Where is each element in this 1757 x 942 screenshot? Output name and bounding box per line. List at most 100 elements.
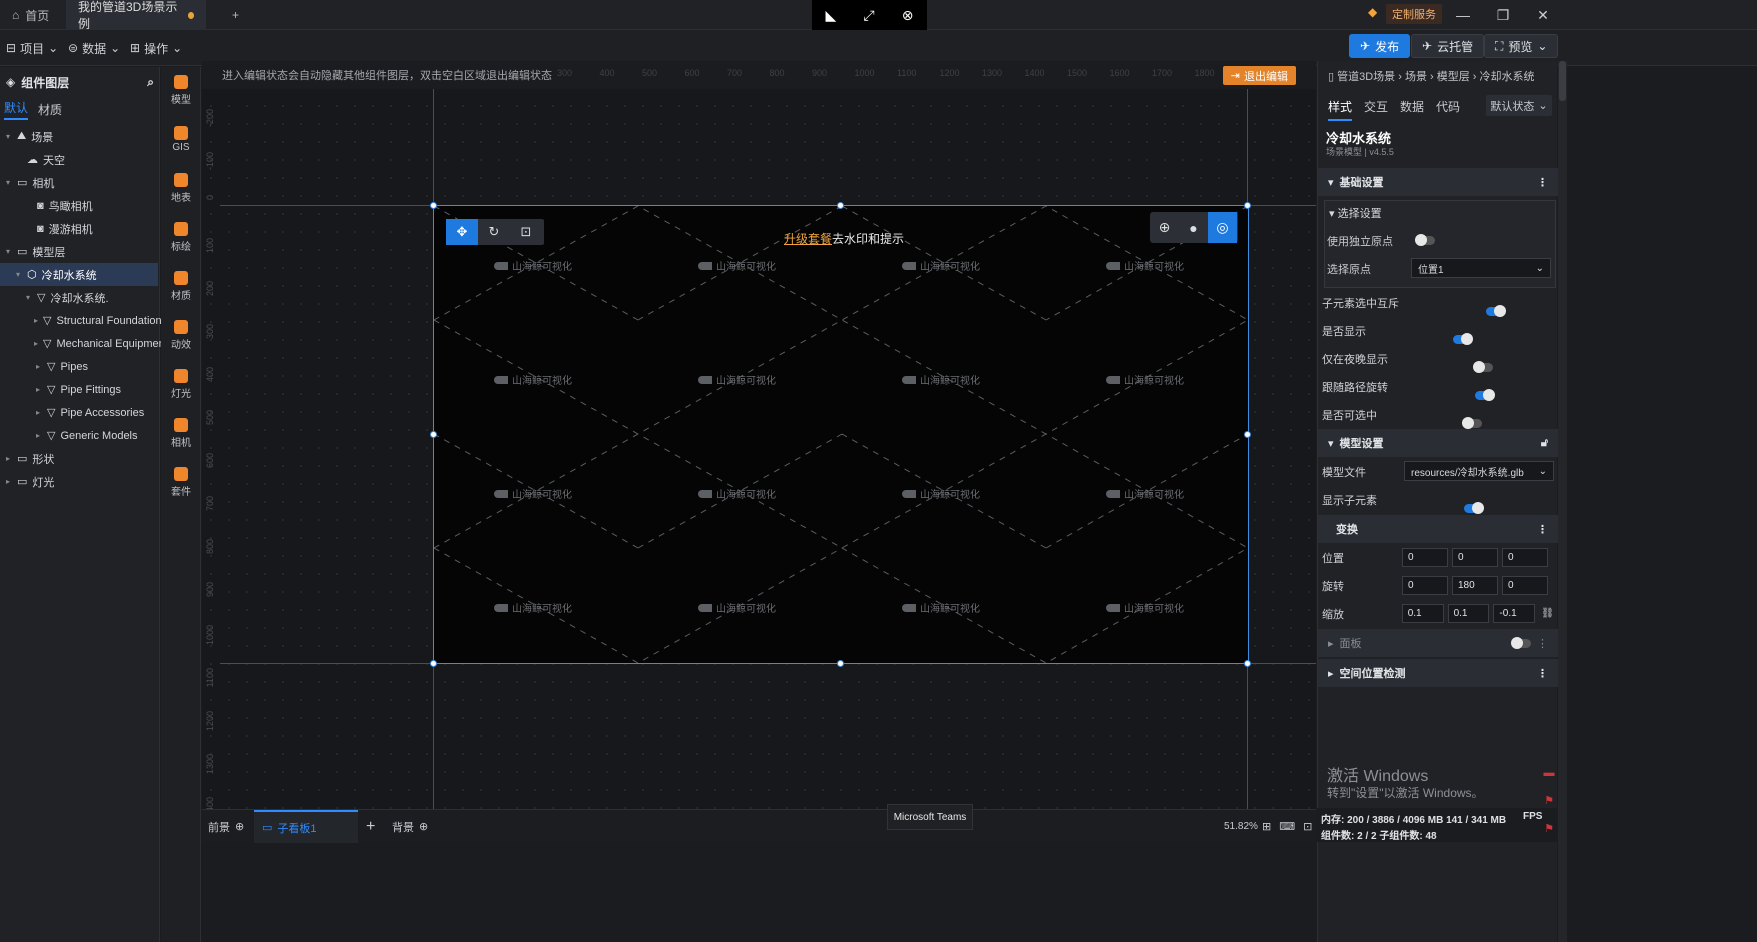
layer-tree-item[interactable]: ☁ 天空 — [0, 148, 158, 171]
layer-tree-item[interactable]: ▸ ▭ 形状 — [0, 447, 158, 470]
state-select[interactable]: 默认状态 ⌄ — [1486, 95, 1552, 116]
lock-icon[interactable]: 🔓︎ — [1541, 437, 1548, 450]
publish-button[interactable]: ✈ 发布 — [1349, 34, 1411, 58]
resize-handle[interactable] — [430, 202, 437, 209]
stop-share-icon[interactable]: ⊗ — [902, 7, 914, 24]
layer-tree-item[interactable]: ▸ ▽ Mechanical Equipment — [0, 332, 168, 355]
link-icon[interactable]: ⛓ — [1541, 608, 1554, 619]
caret-icon[interactable]: ▸ — [34, 362, 42, 371]
position-x-input[interactable]: 0 — [1402, 548, 1448, 567]
resize-handle[interactable] — [837, 202, 844, 209]
layer-tree-item[interactable]: ◙ 漫游相机 — [0, 217, 158, 240]
more-icon[interactable]: ⋮ — [1537, 667, 1548, 680]
scale-x-input[interactable]: 0.1 — [1401, 604, 1444, 623]
toolbar-item[interactable]: 相机 — [161, 410, 201, 456]
resize-icon[interactable]: ⤢ — [863, 7, 874, 24]
caret-icon[interactable]: ▸ — [34, 431, 42, 440]
caret-icon[interactable]: ▾ — [4, 178, 12, 187]
resize-handle[interactable] — [1244, 431, 1251, 438]
toggle-switch[interactable] — [1462, 417, 1482, 429]
preview-button[interactable]: ⛶ 预览 ⌄ — [1484, 34, 1559, 58]
layer-tree-item[interactable]: ▾ ▽ 冷却水系统. — [0, 286, 158, 309]
layer-tree-item[interactable]: ▾ ⬡ 冷却水系统 — [0, 263, 158, 286]
layer-tree-item[interactable]: ▸ ▭ 灯光 — [0, 470, 158, 493]
resize-handle[interactable] — [1244, 660, 1251, 667]
caret-icon[interactable]: ▸ — [34, 385, 42, 394]
origin-select[interactable]: 位置1 ⌄ — [1411, 258, 1551, 278]
caret-icon[interactable]: ▸ — [34, 339, 38, 348]
add-circle-icon[interactable]: ⊕ — [235, 820, 244, 833]
scrollbar[interactable] — [1558, 61, 1567, 942]
breadcrumb-text[interactable]: 管道3D场景 › 场景 › 模型层 › 冷却水系统 — [1337, 71, 1534, 83]
layer-tree-item[interactable]: ▸ ▽ Generic Models — [0, 424, 158, 447]
section-spatial[interactable]: ▸ 空间位置检测 ⋮ — [1318, 659, 1558, 687]
menu-data[interactable]: ⊜ 数据 ⌄ — [68, 38, 120, 58]
panel-toggle[interactable] — [1511, 636, 1531, 649]
keyboard-icon[interactable]: ⌨ — [1279, 820, 1295, 833]
menu-project[interactable]: ⊟ 项目 ⌄ — [6, 38, 58, 58]
layer-tree-item[interactable]: ▸ ▽ Pipes — [0, 355, 158, 378]
scale-icon[interactable]: ⊡ — [510, 219, 542, 245]
layer-tree-item[interactable]: ▾ ▭ 模型层 — [0, 240, 158, 263]
cloud-host-button[interactable]: ✈ 云托管 — [1411, 34, 1485, 58]
layer-tree-item[interactable]: ◙ 鸟瞰相机 — [0, 194, 158, 217]
tab-document[interactable]: 我的管道3D场景示例 — [66, 0, 206, 31]
tab-sub-board[interactable]: ▭ 子看板1 — [254, 810, 358, 843]
toolbar-item[interactable]: 套件 — [161, 459, 201, 505]
more-icon[interactable]: ⋮ — [1537, 523, 1548, 536]
rotate-icon[interactable]: ↻ — [478, 219, 510, 245]
tab-home[interactable]: ⌂ 首页 — [0, 0, 64, 30]
section-model[interactable]: ▾ 模型设置 🔓︎ — [1318, 429, 1558, 457]
rotation-x-input[interactable]: 0 — [1402, 576, 1448, 595]
toolbar-item[interactable]: 灯光 — [161, 361, 201, 407]
use-own-origin-toggle[interactable] — [1415, 234, 1435, 246]
close-button[interactable]: ✕ — [1520, 0, 1566, 30]
editor-canvas[interactable]: 进入编辑状态会自动隐藏其他组件图层，双击空白区域退出编辑状态 ⇥ 退出编辑 30… — [202, 61, 1316, 809]
add-circle-icon[interactable]: ⊕ — [419, 820, 428, 833]
toolbar-item[interactable]: 标绘 — [161, 214, 201, 260]
custom-service-button[interactable]: 定制服务 — [1386, 4, 1442, 24]
search-icon[interactable]: ⌕ — [147, 75, 154, 90]
caret-icon[interactable]: ▾ — [4, 132, 12, 141]
add-tab-button[interactable]: + — [220, 0, 251, 30]
layer-tree-item[interactable]: ▸ ▽ Pipe Fittings — [0, 378, 158, 401]
show-children-toggle[interactable] — [1464, 502, 1484, 514]
sphere-icon[interactable]: ● — [1179, 212, 1208, 243]
toolbar-item[interactable]: 材质 — [161, 263, 201, 309]
rotation-z-input[interactable]: 0 — [1502, 576, 1548, 595]
console-icon[interactable]: ⊡ — [1303, 820, 1312, 833]
section-panel[interactable]: ▸ 面板 ⋮ — [1318, 629, 1558, 657]
properties-tab[interactable]: 交互 — [1364, 98, 1388, 121]
more-icon[interactable]: ⋮ — [1537, 176, 1548, 189]
folder-icon[interactable]: ▬ — [1544, 767, 1555, 779]
tab-material[interactable]: 材质 — [38, 101, 62, 118]
toggle-switch[interactable] — [1453, 333, 1473, 345]
caret-icon[interactable]: ▾ — [4, 247, 12, 256]
section-select[interactable]: ▾ 选择设置 — [1329, 205, 1382, 221]
add-board-button[interactable]: + — [366, 810, 375, 843]
exit-edit-button[interactable]: ⇥ 退出编辑 — [1222, 66, 1296, 85]
layer-tree-item[interactable]: ▾ ▭ 相机 — [0, 171, 158, 194]
caret-icon[interactable]: ▸ — [4, 477, 12, 486]
zoom-level[interactable]: 51.82% — [1224, 810, 1258, 843]
flag-icon[interactable]: ⚑ — [1544, 794, 1554, 807]
globe-icon[interactable]: ⊕ — [1150, 212, 1179, 243]
layer-tree-item[interactable]: ▸ ▽ Structural Foundations — [0, 309, 167, 332]
toggle-switch[interactable] — [1475, 389, 1495, 401]
scale-y-input[interactable]: 0.1 — [1447, 604, 1490, 623]
section-transform[interactable]: 变换 ⋮ — [1318, 515, 1558, 543]
toggle-switch[interactable] — [1473, 361, 1493, 373]
properties-tab[interactable]: 样式 — [1328, 98, 1353, 121]
scene-viewport[interactable]: 山海鲸可视化 山海鲸可视化 山海鲸可视化 山海鲸可视化 山海鲸可视化 山海鲸可视化 山海鲸可… — [433, 205, 1249, 664]
resize-handle[interactable] — [837, 660, 844, 667]
properties-tab[interactable]: 代码 — [1436, 98, 1460, 121]
scrollbar-thumb[interactable] — [1559, 61, 1566, 101]
caret-icon[interactable]: ▸ — [4, 454, 12, 463]
share-control-icon[interactable]: ◣ — [826, 7, 837, 24]
layer-tree-item[interactable]: ▾ ⛰ 场景 — [0, 125, 158, 148]
tab-background[interactable]: 背景 ⊕ — [392, 810, 428, 843]
toolbar-item[interactable]: 模型 — [161, 67, 201, 113]
layer-tree-item[interactable]: ▸ ▽ Pipe Accessories — [0, 401, 158, 424]
toolbar-item[interactable]: 动效 — [161, 312, 201, 358]
resize-handle[interactable] — [430, 431, 437, 438]
